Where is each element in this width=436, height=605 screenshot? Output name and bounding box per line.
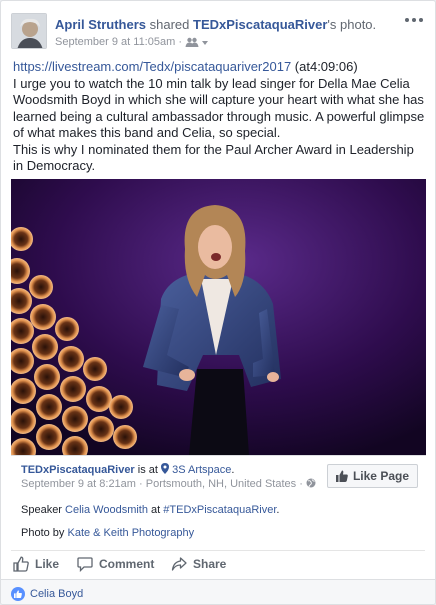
post-paragraph-2: This is why I nominated them for the Pau… — [13, 141, 414, 174]
location-pin-icon — [161, 463, 170, 477]
shared-place: · Portsmouth, NH, United States · — [135, 478, 306, 490]
period-text: . — [231, 464, 235, 476]
speaker-end: . — [276, 504, 280, 516]
post-body: https://livestream.com/Tedx/piscataquari… — [13, 59, 427, 175]
link-time: (at4:09:06) — [291, 59, 358, 74]
post-header-line: April Struthers shared TEDxPiscataquaRiv… — [55, 17, 376, 32]
share-label: Share — [193, 557, 227, 571]
reactions-footer: Celia Boyd — [1, 579, 435, 604]
post-card: April Struthers shared TEDxPiscataquaRiv… — [0, 0, 436, 605]
like-reaction-icon — [11, 587, 25, 601]
like-page-button[interactable]: Like Page — [326, 464, 418, 488]
shared-page-line: TEDxPiscataquaRiver is at 3S Artspace. — [21, 463, 234, 477]
shared-meta: September 9 at 8:21am · Portsmouth, NH, … — [21, 478, 316, 491]
chevron-down-icon[interactable] — [202, 36, 209, 48]
reactions-summary[interactable]: Celia Boyd — [11, 587, 83, 601]
reaction-names[interactable]: Celia Boyd — [30, 588, 83, 600]
is-at-text: is at — [134, 464, 162, 476]
post-meta: September 9 at 11:05am · — [55, 36, 209, 50]
comment-icon — [77, 557, 93, 572]
meta-separator: · — [175, 36, 186, 48]
post-photo[interactable] — [11, 179, 426, 455]
shared-photo-details: TEDxPiscataquaRiver is at 3S Artspace. S… — [11, 455, 426, 551]
avatar[interactable] — [11, 13, 47, 49]
like-button[interactable]: Like — [13, 556, 59, 572]
speaker-at: at — [147, 504, 164, 516]
post-timestamp[interactable]: September 9 at 11:05am — [55, 36, 175, 48]
photographer-link[interactable]: Kate & Keith Photography — [67, 527, 194, 539]
action-bar: Like Comment Share — [11, 551, 426, 577]
photo-credit-line: Photo by Kate & Keith Photography — [21, 527, 194, 539]
globe-icon[interactable] — [306, 478, 316, 491]
speaker-prefix: Speaker — [21, 504, 66, 516]
thumbs-up-icon — [335, 470, 348, 482]
shared-page-name[interactable]: TEDxPiscataquaRiver — [21, 464, 135, 476]
photo-credit-prefix: Photo by — [21, 527, 68, 539]
shared-page-link[interactable]: TEDxPiscataquaRiver — [193, 17, 327, 32]
hashtag-link[interactable]: #TEDxPiscataquaRiver — [163, 504, 276, 516]
post-header: April Struthers shared TEDxPiscataquaRiv… — [11, 13, 425, 53]
location-link[interactable]: 3S Artspace — [172, 464, 231, 476]
speaker-link[interactable]: Celia Woodsmith — [65, 504, 148, 516]
shared-text: shared — [146, 17, 193, 32]
livestream-link[interactable]: https://livestream.com/Tedx/piscataquari… — [13, 59, 291, 74]
share-icon — [171, 557, 187, 571]
speaker-line: Speaker Celia Woodsmith at #TEDxPiscataq… — [21, 504, 279, 516]
shared-timestamp[interactable]: September 9 at 8:21am — [21, 478, 136, 490]
thumbs-up-outline-icon — [13, 556, 29, 572]
comment-label: Comment — [99, 557, 155, 571]
share-button[interactable]: Share — [171, 556, 226, 572]
author-link[interactable]: April Struthers — [55, 17, 146, 32]
friends-icon[interactable] — [185, 37, 199, 50]
like-label: Like — [35, 557, 60, 571]
comment-button[interactable]: Comment — [77, 556, 154, 572]
post-link-line: https://livestream.com/Tedx/piscataquari… — [13, 59, 427, 76]
photo-suffix: 's photo. — [327, 17, 377, 32]
like-page-label: Like Page — [352, 469, 409, 483]
more-options-icon[interactable] — [403, 13, 425, 27]
post-paragraph-1: I urge you to watch the 10 min talk by l… — [13, 75, 425, 141]
